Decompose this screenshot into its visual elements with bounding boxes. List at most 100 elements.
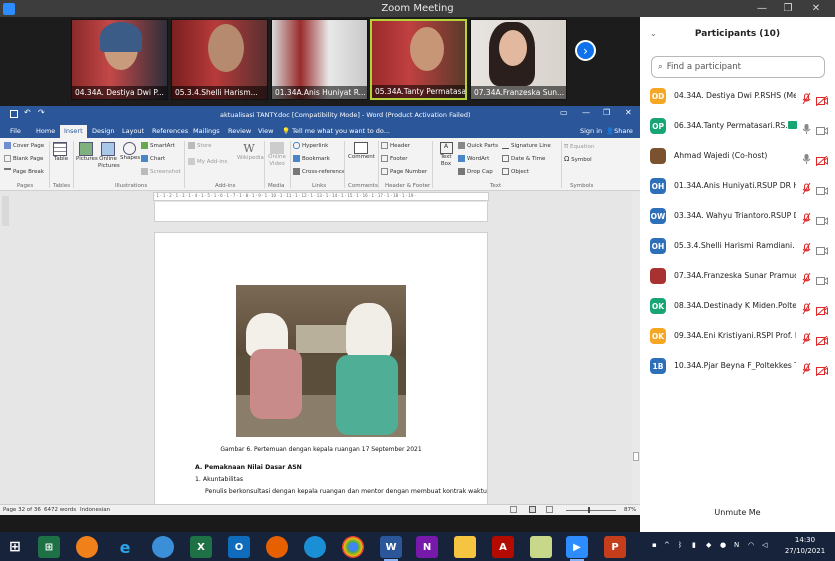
participant-row[interactable]: OH 05.3.4.Shelli Harismi Ramdiani. R... xyxy=(640,231,835,261)
mic-muted-icon[interactable] xyxy=(802,210,811,225)
vertical-scrollbar[interactable] xyxy=(632,192,640,504)
outlook-icon[interactable]: O xyxy=(228,536,250,558)
zoom-tray-icon[interactable]: ● xyxy=(720,541,727,549)
close-icon[interactable]: ✕ xyxy=(806,0,826,17)
tab-file[interactable]: File xyxy=(10,127,21,135)
network-icon[interactable] xyxy=(152,536,174,558)
table-button[interactable]: Table xyxy=(53,142,69,162)
wikipedia-button[interactable]: W Wikipedia xyxy=(237,142,264,161)
video-tile[interactable]: 04.34A. Destiya Dwi P... xyxy=(71,19,168,100)
mic-muted-icon[interactable] xyxy=(802,90,811,105)
excel-pinned-icon[interactable]: ⊞ xyxy=(38,536,60,558)
mic-muted-icon[interactable] xyxy=(802,180,811,195)
mic-muted-icon[interactable] xyxy=(802,360,811,375)
pictures-button[interactable]: Pictures xyxy=(76,142,98,162)
web-layout-icon[interactable] xyxy=(546,506,553,513)
mic-muted-icon[interactable] xyxy=(802,240,811,255)
text-box-button[interactable]: A Text Box xyxy=(436,142,456,168)
tab-design[interactable]: Design xyxy=(92,127,114,135)
word-restore-icon[interactable]: ❐ xyxy=(603,108,610,117)
chart-button[interactable]: Chart xyxy=(141,155,165,162)
minimize-icon[interactable]: — xyxy=(752,0,772,17)
zoom-slider[interactable] xyxy=(566,510,616,511)
tell-me-search[interactable]: 💡 Tell me what you want to do... xyxy=(282,127,390,135)
acrobat-icon[interactable]: A xyxy=(492,536,514,558)
system-clock[interactable]: 14:30 27/10/2021 xyxy=(782,535,828,559)
sign-in-link[interactable]: Sign in xyxy=(580,127,602,135)
camera-off-icon[interactable] xyxy=(815,91,828,107)
wifi-icon[interactable]: ◠ xyxy=(748,541,755,549)
tab-references[interactable]: References xyxy=(152,127,188,135)
camera-on-icon[interactable] xyxy=(816,271,828,285)
tab-home[interactable]: Home xyxy=(36,127,55,135)
file-explorer-icon[interactable] xyxy=(454,536,476,558)
store-button[interactable]: Store xyxy=(188,142,212,149)
zoom-level[interactable]: 87% xyxy=(624,507,636,513)
object-button[interactable]: Object xyxy=(502,168,529,175)
camera-off-icon[interactable] xyxy=(815,301,828,317)
read-mode-icon[interactable] xyxy=(510,506,517,513)
bluetooth-icon[interactable]: ᛒ xyxy=(678,541,685,549)
smartart-button[interactable]: SmartArt xyxy=(141,142,175,149)
participant-row[interactable]: OK 08.34A.Destinady K Miden.Poltek... xyxy=(640,291,835,321)
tab-mailings[interactable]: Mailings xyxy=(193,127,220,135)
zoom-slider-thumb[interactable] xyxy=(588,507,590,513)
unmute-me-button[interactable]: Unmute Me xyxy=(711,504,764,521)
camera-on-icon[interactable] xyxy=(816,211,828,225)
participant-row[interactable]: 1B 10.34A.Pjar Beyna F_Poltekkes Ta... xyxy=(640,351,835,381)
mic-muted-icon[interactable] xyxy=(802,300,811,315)
camera-off-icon[interactable] xyxy=(815,361,828,377)
cross-reference-button[interactable]: Cross-reference xyxy=(293,168,345,175)
firefox-icon[interactable] xyxy=(266,536,288,558)
mic-muted-icon[interactable] xyxy=(802,270,811,285)
page-number-button[interactable]: Page Number xyxy=(381,168,427,175)
edge-icon[interactable] xyxy=(304,536,326,558)
tab-view[interactable]: View xyxy=(258,127,273,135)
mic-on-icon[interactable] xyxy=(802,120,811,134)
tab-review[interactable]: Review xyxy=(228,127,251,135)
language[interactable]: Indonesian xyxy=(80,507,110,513)
show-hidden-icon[interactable]: ^ xyxy=(664,541,671,549)
header-button[interactable]: Header xyxy=(381,142,410,149)
word-icon[interactable]: W xyxy=(380,536,402,561)
cover-page-button[interactable]: Cover Page xyxy=(4,142,44,149)
participant-row[interactable]: OK 09.34A.Eni Kristiyani.RSPI Prof. Dr... xyxy=(640,321,835,351)
screenshot-button[interactable]: Screenshot xyxy=(141,168,181,175)
bookmark-button[interactable]: Bookmark xyxy=(293,155,330,162)
tab-layout[interactable]: Layout xyxy=(122,127,144,135)
onenote-tray-icon[interactable]: N xyxy=(734,541,741,549)
equation-button[interactable]: π Equation xyxy=(564,142,594,150)
symbol-button[interactable]: Ω Symbol xyxy=(564,155,592,163)
footer-button[interactable]: Footer xyxy=(381,155,408,162)
date-time-button[interactable]: Date & Time xyxy=(502,155,545,162)
video-tile[interactable]: 07.34A.Franzeska Sun... xyxy=(470,19,567,100)
participant-row[interactable]: 07.34A.Franzeska Sunar Pramudit... xyxy=(640,261,835,291)
video-tile-active-speaker[interactable]: 05.34A.Tanty Permatasari... xyxy=(370,19,467,100)
internet-explorer-icon[interactable]: e xyxy=(114,536,136,558)
onenote-icon[interactable]: N xyxy=(416,536,438,558)
redo-icon[interactable]: ↷ xyxy=(38,108,45,117)
word-close-icon[interactable]: ✕ xyxy=(625,108,632,117)
horizontal-ruler[interactable]: · 1 · 1 · 2 · 1 · 3 · 1 · 4 · 1 · 5 · 1 … xyxy=(153,192,489,201)
participant-row[interactable]: OH 01.34A.Anis Huniyati.RSUP DR Ha... xyxy=(640,171,835,201)
participant-row[interactable]: Ahmad Wajedi (Co-host) xyxy=(640,141,835,171)
ribbon-display-icon[interactable]: ▭ xyxy=(560,108,568,117)
firefox-old-icon[interactable] xyxy=(76,536,98,558)
powerpoint-icon[interactable]: P xyxy=(604,536,626,558)
online-video-button[interactable]: Online Video xyxy=(267,142,287,168)
document-photo[interactable] xyxy=(236,285,406,437)
camera-off-icon[interactable] xyxy=(815,331,828,347)
excel-icon[interactable]: X xyxy=(190,536,212,558)
camera-off-icon[interactable] xyxy=(815,151,828,167)
shield-icon[interactable]: ◆ xyxy=(706,541,713,549)
camera-on-icon[interactable] xyxy=(816,121,828,135)
word-minimize-icon[interactable]: — xyxy=(582,108,590,117)
my-addins-button[interactable]: My Add-ins xyxy=(188,158,227,165)
mic-muted-icon[interactable] xyxy=(802,330,811,345)
volume-icon[interactable]: ◁ xyxy=(762,541,769,549)
zoom-taskbar-icon[interactable]: ▶ xyxy=(566,536,588,561)
battery-icon[interactable]: ▮ xyxy=(692,541,699,549)
next-page-button[interactable]: › xyxy=(575,40,596,61)
page-count[interactable]: Page 32 of 36 xyxy=(3,507,41,513)
signature-line-button[interactable]: Signature Line xyxy=(502,142,551,149)
